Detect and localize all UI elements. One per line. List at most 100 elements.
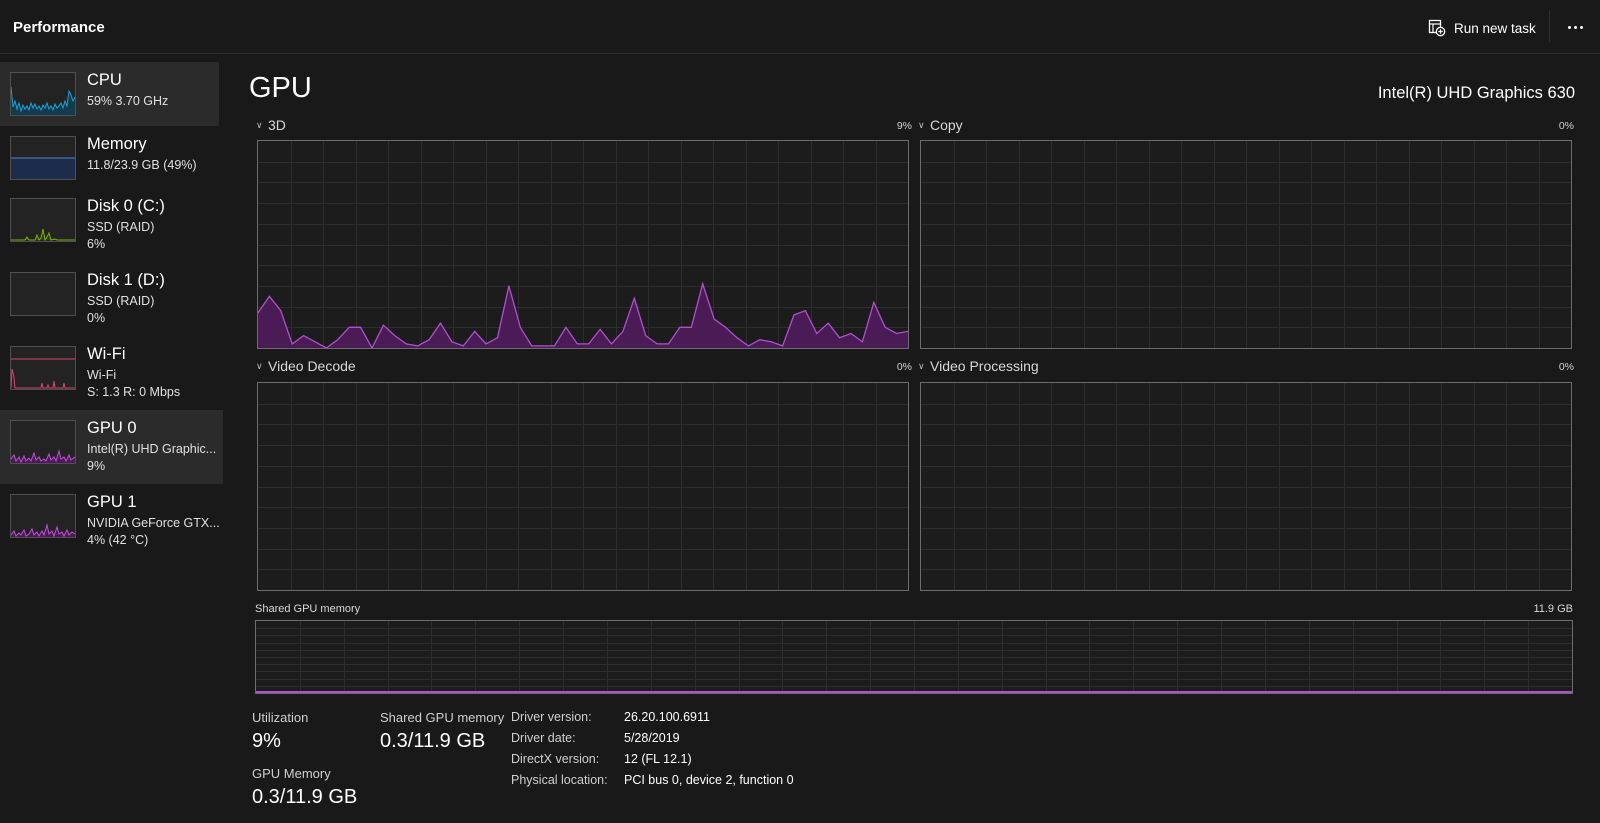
3d-utilization-point: [553, 345, 556, 347]
3d-utilization-point: [268, 295, 270, 297]
shared-memory-label: Shared GPU memory: [380, 710, 505, 725]
chevron-down-icon: ∨: [256, 360, 263, 371]
sidebar-item-value: 4% (42 °C): [87, 533, 149, 547]
engine-dropdown-copy[interactable]: ∨ Copy: [918, 117, 963, 133]
3d-utilization-point: [337, 339, 339, 341]
sidebar-item-value: 6%: [87, 237, 106, 251]
info-label: Driver date:: [511, 731, 576, 745]
dot-icon: [1567, 25, 1571, 29]
3d-utilization-point: [816, 332, 818, 335]
adapter-name: Intel(R) UHD Graphics 630: [1377, 84, 1575, 102]
utilization-value: 9%: [252, 730, 281, 752]
cpu-graph-icon: [10, 72, 76, 116]
engine-dropdown-video-processing[interactable]: ∨ Video Processing: [918, 358, 1039, 374]
engine-percent: 0%: [1558, 120, 1574, 132]
copy-utilization-chart: [921, 141, 1571, 348]
memory-graph-icon: [10, 136, 76, 180]
title-bar: Performance Run new task: [0, 0, 1600, 54]
chevron-down-icon: ∨: [918, 119, 925, 130]
gpu-graph-icon: [10, 420, 76, 464]
3d-utilization-point: [314, 341, 316, 343]
engine-dropdown-video-decode[interactable]: ∨ Video Decode: [256, 358, 356, 374]
3d-utilization-point: [417, 345, 419, 347]
info-label: Driver version:: [511, 710, 592, 724]
sidebar-item-disk-1[interactable]: Disk 1 (D:) SSD (RAID) 0%: [0, 262, 220, 336]
sidebar-item-memory[interactable]: Memory 11.8/23.9 GB (49%): [0, 126, 220, 188]
3d-utilization-point: [610, 343, 613, 345]
3d-utilization-point: [736, 337, 738, 339]
3d-utilization-point: [519, 326, 521, 328]
run-task-icon: [1428, 19, 1446, 37]
3d-utilization-point: [496, 337, 499, 339]
info-label: DirectX version:: [511, 752, 600, 766]
3d-utilization-point: [542, 345, 544, 347]
3d-utilization-point: [348, 326, 350, 328]
sidebar-item-value: 0%: [87, 311, 106, 325]
3d-utilization-point: [793, 314, 795, 316]
3d-utilization-point: [702, 283, 704, 285]
3d-utilization-point: [451, 341, 453, 343]
3d-utilization-point: [873, 301, 875, 304]
3d-utilization-point: [747, 345, 749, 347]
sidebar-item-gpu-1[interactable]: GPU 1 NVIDIA GeForce GTX... 4% (42 °C): [0, 484, 220, 558]
3d-utilization-point: [394, 335, 396, 337]
physical-location-value: PCI bus 0, device 2, function 0: [624, 773, 794, 787]
3d-utilization-point: [622, 330, 624, 332]
engine-label: 3D: [268, 117, 286, 133]
3d-utilization-point: [839, 337, 841, 339]
info-label: Physical location:: [511, 773, 608, 787]
3d-utilization-point: [360, 326, 362, 328]
3d-utilization-point: [896, 332, 898, 335]
dot-icon: [1579, 25, 1583, 29]
sidebar-item-value: 9%: [87, 459, 106, 473]
3d-utilization-point: [782, 345, 784, 347]
more-options-button[interactable]: [1562, 14, 1588, 40]
engine-label: Video Processing: [930, 358, 1039, 374]
3d-utilization-point: [405, 343, 407, 345]
3d-utilization-point: [667, 343, 670, 345]
run-new-task-label: Run new task: [1454, 20, 1536, 36]
toolbar-divider: [1549, 10, 1550, 42]
gpu-memory-label: GPU Memory: [252, 766, 331, 781]
sidebar-item-disk-0[interactable]: Disk 0 (C:) SSD (RAID) 6%: [0, 188, 220, 262]
3d-utilization-point: [713, 318, 715, 320]
3d-utilization-point: [588, 343, 590, 345]
disk-graph-icon: [10, 272, 76, 316]
sidebar-item-wifi[interactable]: Wi-Fi Wi-Fi S: 1.3 R: 0 Mbps: [0, 336, 220, 410]
3d-utilization-point: [679, 326, 681, 328]
run-new-task-button[interactable]: Run new task: [1428, 17, 1536, 39]
3d-utilization-point: [633, 297, 635, 299]
3d-utilization-point: [861, 341, 864, 343]
3d-utilization-point: [428, 339, 430, 341]
shared-memory-usage-chart: [256, 621, 1572, 693]
driver-version-value: 26.20.100.6911: [624, 710, 710, 724]
video-decode-utilization-chart: [258, 383, 908, 590]
shared-memory-graph-max: 11.9 GB: [1533, 603, 1573, 615]
shared-memory-usage-line: [256, 691, 1572, 693]
3d-utilization-point: [884, 326, 886, 328]
3d-utilization-point: [280, 310, 282, 312]
sidebar: CPU 59% 3.70 GHz Memory 11.8/23.9 GB (49…: [0, 62, 224, 558]
3d-utilization-point: [576, 343, 578, 345]
3d-utilization-point: [485, 343, 487, 345]
directx-version-value: 12 (FL 12.1): [624, 752, 692, 766]
sidebar-item-detail: SSD (RAID): [87, 294, 155, 308]
sidebar-item-value: S: 1.3 R: 0 Mbps: [87, 385, 181, 399]
shared-memory-value: 0.3/11.9 GB: [380, 730, 486, 752]
sidebar-item-gpu-0[interactable]: GPU 0 Intel(R) UHD Graphic... 9%: [0, 410, 223, 484]
sidebar-item-cpu[interactable]: CPU 59% 3.70 GHz: [0, 62, 219, 126]
3d-utilization-point: [850, 332, 852, 335]
chevron-down-icon: ∨: [918, 360, 925, 371]
utilization-label: Utilization: [252, 710, 309, 725]
sidebar-item-detail: NVIDIA GeForce GTX...: [87, 516, 220, 530]
3d-utilization-point: [531, 345, 533, 347]
engine-label: Video Decode: [268, 358, 356, 374]
engine-graph-3d: [257, 140, 909, 349]
3d-utilization-point: [645, 335, 647, 337]
3d-utilization-point: [303, 335, 305, 337]
engine-dropdown-3d[interactable]: ∨ 3D: [256, 117, 286, 133]
sidebar-item-title: Disk 1 (D:): [87, 271, 165, 289]
sidebar-item-detail: 11.8/23.9 GB (49%): [87, 158, 197, 172]
network-graph-icon: [10, 346, 76, 390]
sidebar-item-title: Disk 0 (C:): [87, 197, 165, 215]
